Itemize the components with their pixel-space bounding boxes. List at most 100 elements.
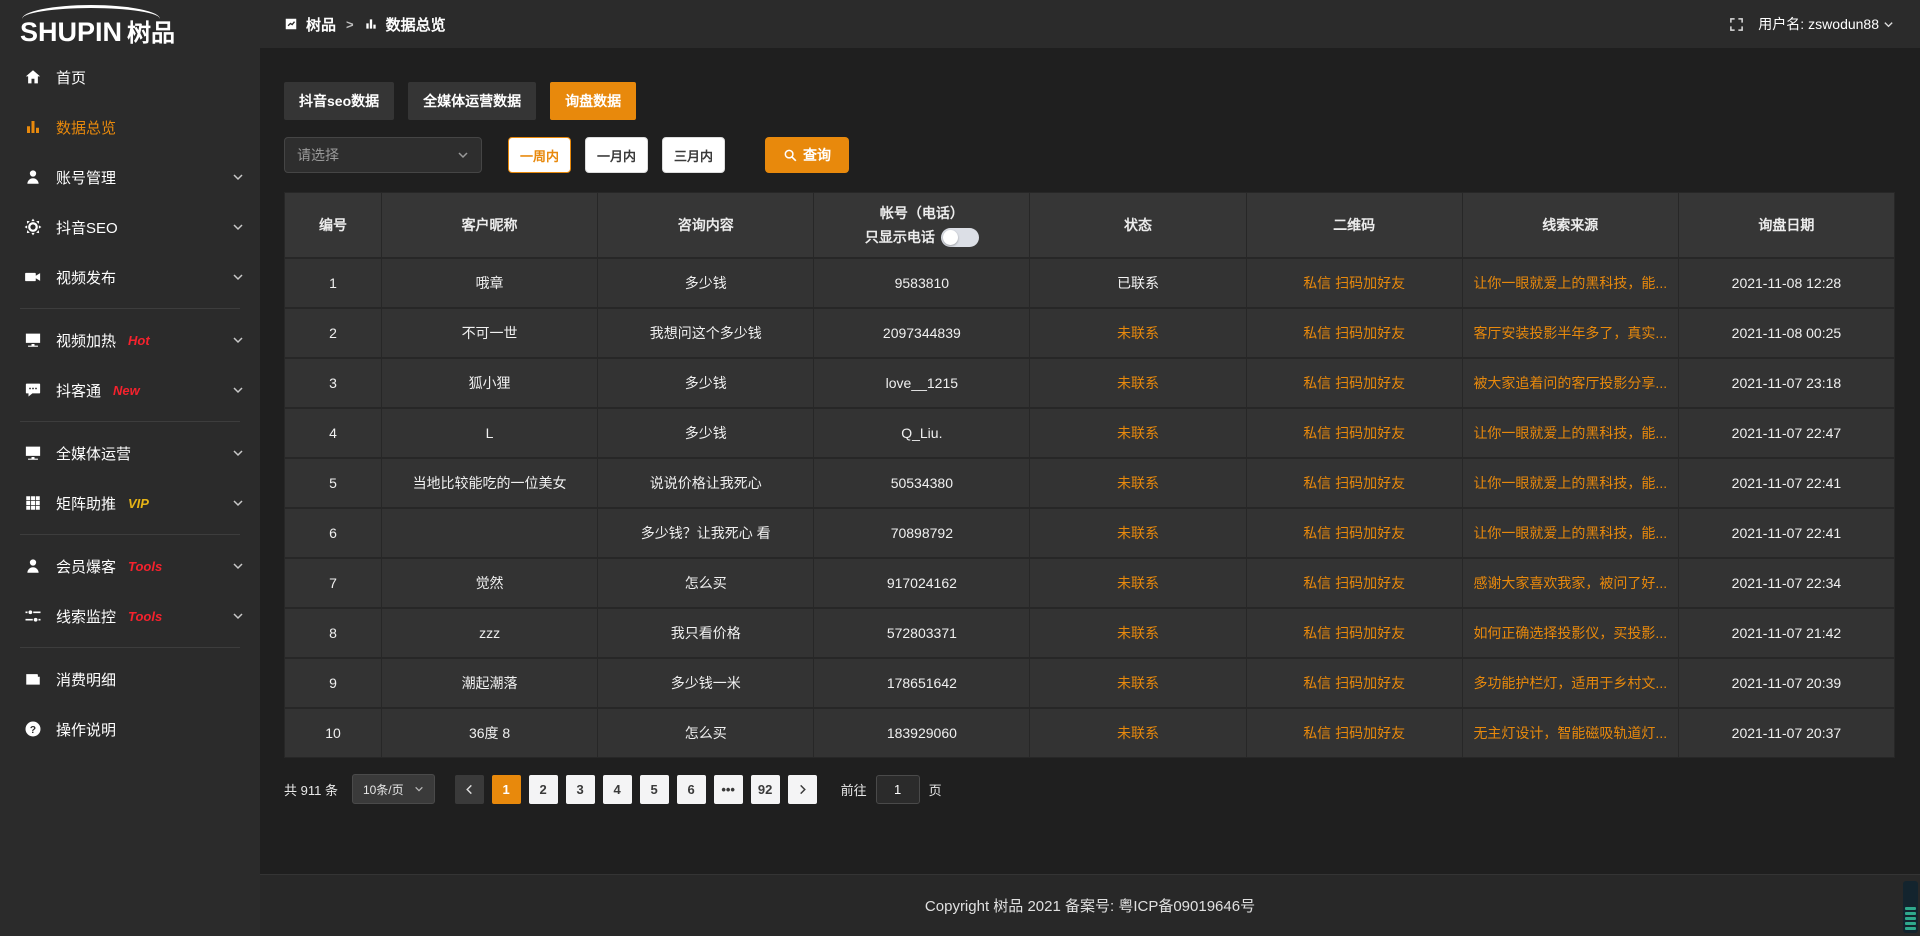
table-header-row: 编号 客户昵称 咨询内容 帐号（电话） 只显示电话 状态 二维码 线索来源 询盘… <box>285 193 1894 257</box>
sidebar-item-lead-monitoring[interactable]: 线索监控 Tools <box>0 591 260 641</box>
cell-source-link[interactable]: 让你一眼就爱上的黑科技，能... <box>1463 409 1678 457</box>
cell-date: 2021-11-07 20:39 <box>1679 659 1894 707</box>
cell-source-link[interactable]: 让你一眼就爱上的黑科技，能... <box>1463 259 1678 307</box>
sidebar-item-label: 抖音SEO <box>56 217 118 238</box>
prev-page-button[interactable] <box>455 775 484 804</box>
sidebar-item-instructions[interactable]: 操作说明 <box>0 704 260 754</box>
cell-content: 怎么买 <box>598 709 813 757</box>
sidebar-item-data-overview[interactable]: 数据总览 <box>0 102 260 152</box>
header-content: 咨询内容 <box>598 193 813 257</box>
filter-bar: 请选择 一周内 一月内 三月内 查询 <box>284 137 1895 173</box>
cell-status: 未联系 <box>1030 709 1245 757</box>
cell-account: Q_Liu. <box>814 409 1029 457</box>
breadcrumb: 树品 > 数据总览 <box>284 14 446 35</box>
cell-source-link[interactable]: 让你一眼就爱上的黑科技，能... <box>1463 459 1678 507</box>
bar-chart-icon <box>24 118 42 136</box>
new-badge: New <box>113 383 140 398</box>
cell-qrcode-links[interactable]: 私信 扫码加好友 <box>1247 559 1462 607</box>
cell-status: 未联系 <box>1030 559 1245 607</box>
cell-nickname: zzz <box>382 609 597 657</box>
date-range-month-button[interactable]: 一月内 <box>585 137 648 173</box>
page-button-2[interactable]: 2 <box>529 775 558 804</box>
video-icon <box>24 268 42 286</box>
chevron-down-icon <box>1883 19 1894 30</box>
header-nickname: 客户昵称 <box>382 193 597 257</box>
header-status: 状态 <box>1030 193 1245 257</box>
cell-source-link[interactable]: 感谢大家喜欢我家，被问了好... <box>1463 559 1678 607</box>
brand-name-cn: 树品 <box>127 21 175 46</box>
cell-qrcode-links[interactable]: 私信 扫码加好友 <box>1247 609 1462 657</box>
chevron-down-icon <box>232 334 244 346</box>
copyright-text: Copyright 树品 2021 备案号: 粤ICP备09019646号 <box>925 895 1255 916</box>
cell-qrcode-links[interactable]: 私信 扫码加好友 <box>1247 259 1462 307</box>
sidebar-item-video-heating[interactable]: 视频加热 Hot <box>0 315 260 365</box>
sidebar-item-account-management[interactable]: 账号管理 <box>0 152 260 202</box>
page-size-select[interactable]: 10条/页 <box>352 774 435 804</box>
page-button-1[interactable]: 1 <box>492 775 521 804</box>
cell-date: 2021-11-07 22:47 <box>1679 409 1894 457</box>
pagination-bar: 共 911 条 10条/页 1 2 3 4 5 6 ••• 92 <box>284 774 1895 804</box>
phone-only-toggle[interactable] <box>941 228 979 247</box>
next-page-button[interactable] <box>788 775 817 804</box>
date-range-week-button[interactable]: 一周内 <box>508 137 571 173</box>
sidebar-item-consumption-details[interactable]: 消费明细 <box>0 654 260 704</box>
goto-page-input[interactable] <box>876 775 920 804</box>
cell-qrcode-links[interactable]: 私信 扫码加好友 <box>1247 659 1462 707</box>
search-icon <box>783 148 797 162</box>
cell-nickname: 觉然 <box>382 559 597 607</box>
cell-qrcode-links[interactable]: 私信 扫码加好友 <box>1247 459 1462 507</box>
breadcrumb-home[interactable]: 树品 <box>306 14 336 35</box>
query-button[interactable]: 查询 <box>765 137 849 173</box>
page-button-6[interactable]: 6 <box>677 775 706 804</box>
hot-badge: Hot <box>128 333 150 348</box>
account-select[interactable]: 请选择 <box>284 137 482 173</box>
cell-nickname: 狐小狸 <box>382 359 597 407</box>
cell-qrcode-links[interactable]: 私信 扫码加好友 <box>1247 709 1462 757</box>
tab-inquiry-data[interactable]: 询盘数据 <box>550 82 636 120</box>
page-button-92[interactable]: 92 <box>751 775 780 804</box>
page-ellipsis[interactable]: ••• <box>714 775 743 804</box>
cell-source-link[interactable]: 客厅安装投影半年多了，真实... <box>1463 309 1678 357</box>
cell-source-link[interactable]: 让你一眼就爱上的黑科技，能... <box>1463 509 1678 557</box>
sidebar-item-douketong[interactable]: 抖客通 New <box>0 365 260 415</box>
sidebar-item-douyin-seo[interactable]: 抖音SEO <box>0 202 260 252</box>
phone-only-toggle-row: 只显示电话 <box>865 227 979 247</box>
tab-douyin-seo-data[interactable]: 抖音seo数据 <box>284 82 394 120</box>
fullscreen-icon[interactable] <box>1729 17 1744 32</box>
sidebar-item-omnimedia-operation[interactable]: 全媒体运营 <box>0 428 260 478</box>
cell-source-link[interactable]: 多功能护栏灯，适用于乡村文... <box>1463 659 1678 707</box>
date-range-quarter-button[interactable]: 三月内 <box>662 137 725 173</box>
table-row: 6 多少钱？让我死心 看 70898792 未联系 私信 扫码加好友 让你一眼就… <box>285 509 1894 557</box>
page-button-5[interactable]: 5 <box>640 775 669 804</box>
page-button-4[interactable]: 4 <box>603 775 632 804</box>
page-button-3[interactable]: 3 <box>566 775 595 804</box>
sidebar-item-matrix-boost[interactable]: 矩阵助推 VIP <box>0 478 260 528</box>
cell-nickname: 潮起潮落 <box>382 659 597 707</box>
cell-nickname: 当地比较能吃的一位美女 <box>382 459 597 507</box>
logo-arc-decoration <box>22 5 160 19</box>
cell-source-link[interactable]: 如何正确选择投影仪，买投影... <box>1463 609 1678 657</box>
cell-qrcode-links[interactable]: 私信 扫码加好友 <box>1247 309 1462 357</box>
total-count: 共 911 条 <box>284 780 338 799</box>
sidebar-item-video-publish[interactable]: 视频发布 <box>0 252 260 302</box>
cell-content: 多少钱一米 <box>598 659 813 707</box>
sidebar-item-label: 视频发布 <box>56 267 116 288</box>
chevron-down-icon <box>232 384 244 396</box>
tab-omnimedia-data[interactable]: 全媒体运营数据 <box>408 82 536 120</box>
browser-widget[interactable] <box>1903 881 1918 933</box>
cell-date: 2021-11-07 22:34 <box>1679 559 1894 607</box>
chevron-down-icon <box>232 447 244 459</box>
cell-nickname: L <box>382 409 597 457</box>
cell-source-link[interactable]: 被大家追着问的客厅投影分享... <box>1463 359 1678 407</box>
cell-status: 未联系 <box>1030 459 1245 507</box>
user-menu[interactable]: 用户名: zswodun88 <box>1758 14 1894 34</box>
cell-account: 178651642 <box>814 659 1029 707</box>
cell-qrcode-links[interactable]: 私信 扫码加好友 <box>1247 409 1462 457</box>
cell-qrcode-links[interactable]: 私信 扫码加好友 <box>1247 509 1462 557</box>
app-root: SHUPIN 树品 首页 数据总览 账号管理 抖音SEO <box>0 0 1920 936</box>
sidebar-item-member-burst[interactable]: 会员爆客 Tools <box>0 541 260 591</box>
cell-qrcode-links[interactable]: 私信 扫码加好友 <box>1247 359 1462 407</box>
cell-source-link[interactable]: 无主灯设计，智能磁吸轨道灯... <box>1463 709 1678 757</box>
header-date: 询盘日期 <box>1679 193 1894 257</box>
sidebar-item-home[interactable]: 首页 <box>0 52 260 102</box>
